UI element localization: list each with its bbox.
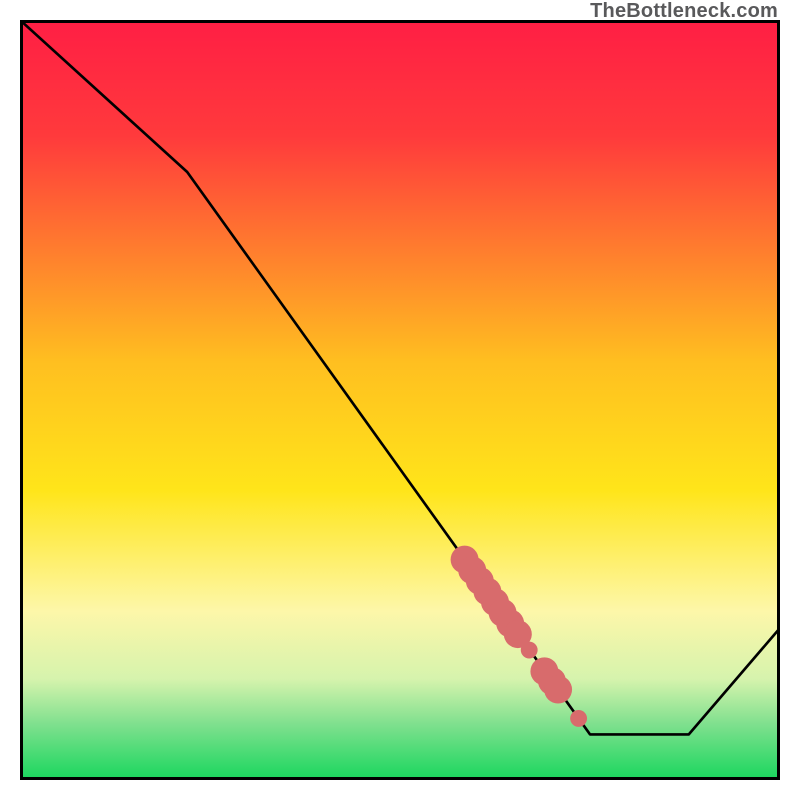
plot-frame: [20, 20, 780, 780]
watermark-text: TheBottleneck.com: [590, 0, 778, 23]
background-gradient: [23, 23, 777, 777]
chart-stage: TheBottleneck.com: [0, 0, 800, 800]
